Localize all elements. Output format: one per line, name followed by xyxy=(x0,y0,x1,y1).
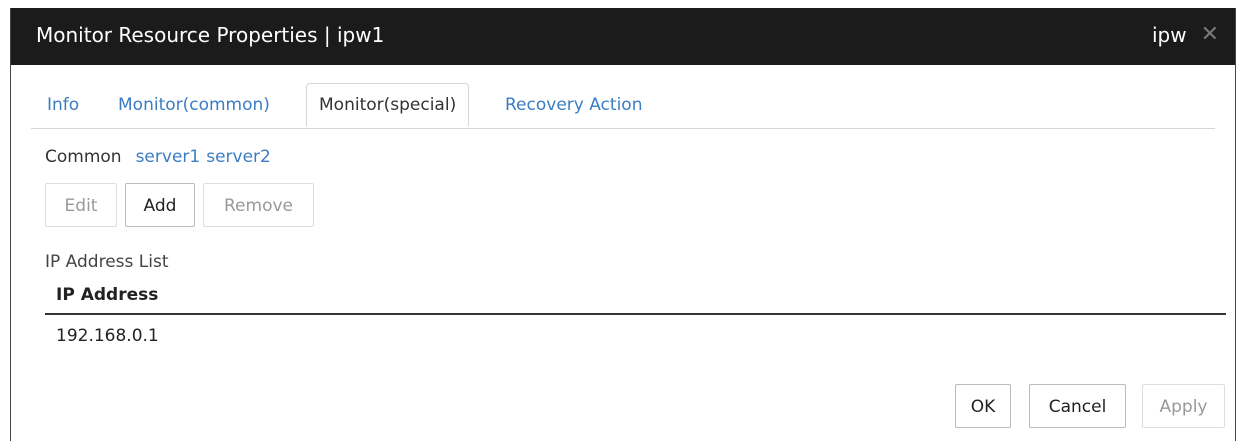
tab-bar: Info Monitor(common) Monitor(special) Re… xyxy=(31,83,1215,129)
resource-name-label: ipw xyxy=(1151,23,1187,47)
tab-recovery-action[interactable]: Recovery Action xyxy=(505,83,642,127)
table-header-divider xyxy=(45,313,1226,315)
cancel-button[interactable]: Cancel xyxy=(1029,384,1126,428)
apply-button[interactable]: Apply xyxy=(1142,384,1225,428)
ip-address-cell: 192.168.0.1 xyxy=(56,326,159,346)
ip-address-list-caption: IP Address List xyxy=(45,252,169,272)
ok-button[interactable]: OK xyxy=(955,384,1011,428)
edit-button[interactable]: Edit xyxy=(45,183,117,227)
add-button[interactable]: Add xyxy=(125,183,195,227)
dialog-title: Monitor Resource Properties | ipw1 xyxy=(36,23,385,47)
server-tab-server1[interactable]: server1 xyxy=(136,147,201,167)
remove-button[interactable]: Remove xyxy=(203,183,314,227)
close-icon[interactable]: ✕ xyxy=(1201,24,1219,46)
ip-address-column-header[interactable]: IP Address xyxy=(56,285,158,305)
title-bar-right: ipw ✕ xyxy=(1152,23,1219,47)
table-row[interactable]: 192.168.0.1 xyxy=(45,316,1226,354)
server-tab-server2[interactable]: server2 xyxy=(206,147,271,167)
server-selector: Common server1 server2 xyxy=(45,147,277,167)
properties-dialog: Monitor Resource Properties | ipw1 ipw ✕… xyxy=(10,8,1236,441)
tab-info[interactable]: Info xyxy=(47,83,79,127)
tab-monitor-common[interactable]: Monitor(common) xyxy=(118,83,270,127)
title-bar: Monitor Resource Properties | ipw1 ipw ✕ xyxy=(11,8,1235,65)
tab-monitor-special[interactable]: Monitor(special) xyxy=(306,83,470,127)
server-tab-common[interactable]: Common xyxy=(45,147,122,167)
